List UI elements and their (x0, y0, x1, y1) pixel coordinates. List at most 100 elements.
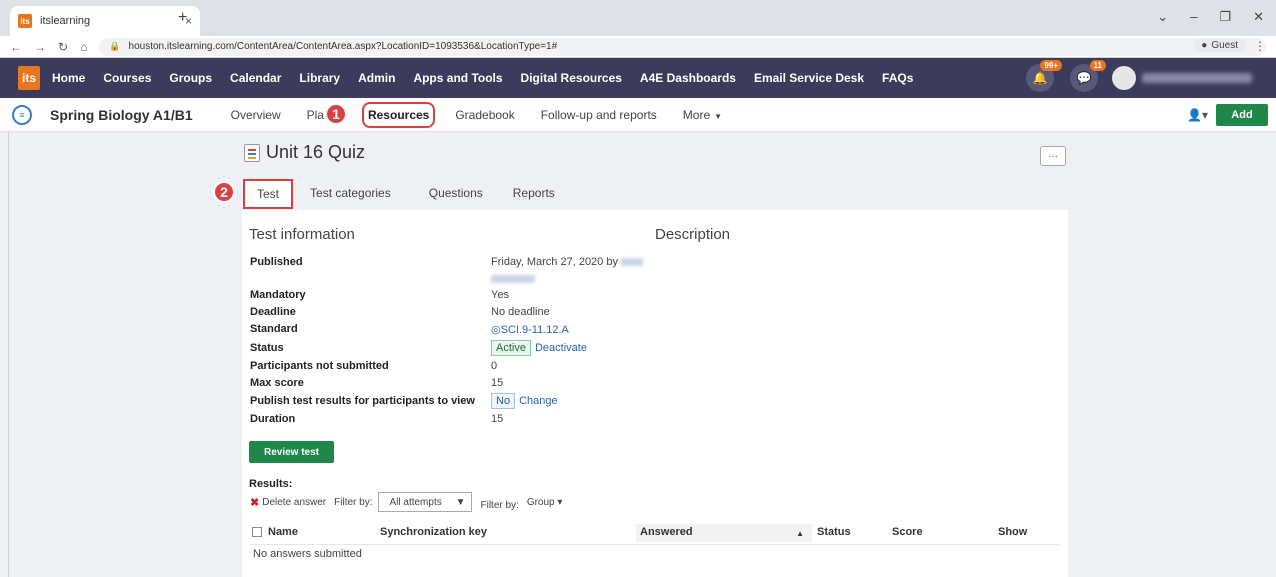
tab-more[interactable]: More ▼ (683, 108, 722, 122)
nav-groups[interactable]: Groups (169, 71, 212, 85)
subtab-test[interactable]: Test (242, 179, 294, 209)
nav-admin[interactable]: Admin (358, 71, 395, 85)
close-window-icon[interactable]: ✕ (1253, 9, 1264, 25)
nav-faqs[interactable]: FAQs (882, 71, 913, 85)
chat-icon: 💬 (1076, 71, 1092, 85)
course-title[interactable]: Spring Biology A1/B1 (50, 107, 193, 123)
delete-icon: ✖ (250, 496, 260, 509)
standard-value: SCI.9-11.12.A (500, 324, 569, 336)
add-button[interactable]: Add (1216, 104, 1268, 126)
more-options-button[interactable]: ··· (1040, 146, 1066, 166)
group-filter[interactable]: Group ▾ (527, 497, 563, 508)
itslearning-favicon-icon: its (18, 14, 32, 28)
browser-tab[interactable]: its itslearning × (10, 6, 200, 36)
user-avatar[interactable] (1112, 66, 1136, 90)
target-icon: ◎ (491, 324, 501, 336)
tab-resources[interactable]: Resources (361, 101, 436, 128)
course-nav: ≡ Spring Biology A1/B1 Overview Pla Reso… (0, 98, 1276, 132)
subtab-test-categories[interactable]: Test categories (298, 180, 403, 208)
published-date: Friday, March 27, 2020 by (491, 256, 618, 268)
subtab-reports[interactable]: Reports (501, 180, 567, 208)
col-sync-key[interactable]: Synchronization key (380, 526, 487, 538)
col-status[interactable]: Status (817, 526, 851, 538)
publish-results-badge: No (491, 393, 516, 409)
subtab-questions[interactable]: Questions (417, 180, 495, 208)
notifications-badge: 99+ (1040, 60, 1062, 71)
participants-not-submitted-label: Participants not submitted (250, 360, 389, 372)
nav-library[interactable]: Library (299, 71, 340, 85)
publisher-name-blurred-2 (491, 275, 535, 284)
messages-button[interactable]: 💬 11 (1070, 60, 1106, 92)
attempts-select[interactable]: All attempts ▼ (378, 492, 473, 512)
standard-link[interactable]: ◎SCI.9-11.12.A (491, 323, 569, 336)
browser-menu-icon[interactable]: ⋮ (1254, 39, 1266, 53)
description-heading: Description (655, 226, 731, 243)
col-score[interactable]: Score (892, 526, 923, 538)
status-label: Status (250, 342, 284, 354)
change-link[interactable]: Change (519, 395, 558, 407)
sort-asc-icon: ▲ (796, 529, 804, 538)
results-table-header: Name Synchronization key Answered ▲ Statu… (250, 522, 1060, 544)
nav-digital-resources[interactable]: Digital Resources (521, 71, 622, 85)
tab-overview[interactable]: Overview (231, 108, 281, 122)
filter-label: Filter by: (334, 496, 373, 508)
publish-results-label: Publish test results for participants to… (250, 395, 475, 407)
test-icon (244, 143, 260, 162)
forward-icon[interactable]: → (34, 40, 46, 54)
participants-not-submitted-value: 0 (491, 360, 498, 372)
col-answered[interactable]: Answered ▲ (636, 524, 812, 542)
lock-icon: 🔒 (109, 41, 121, 51)
window-controls: ⌄ – ❐ ✕ (1157, 9, 1264, 25)
url-text: houston.itslearning.com/ContentArea/Cont… (128, 41, 558, 52)
max-score-label: Max score (250, 377, 304, 389)
person-menu-icon[interactable]: 👤▾ (1187, 108, 1208, 122)
left-rail (8, 132, 9, 577)
back-icon[interactable]: ← (10, 40, 22, 54)
restore-icon[interactable]: ❐ (1219, 9, 1231, 25)
publish-results-value: No Change (491, 393, 558, 409)
publisher-name-line2 (491, 273, 535, 285)
nav-email-service-desk[interactable]: Email Service Desk (754, 71, 864, 85)
user-name-blurred[interactable] (1142, 73, 1252, 83)
home-icon[interactable]: ⌂ (80, 40, 87, 54)
status-badge: Active (491, 340, 531, 356)
select-all-checkbox[interactable] (252, 527, 262, 538)
notifications-button[interactable]: 🔔 99+ (1026, 60, 1062, 92)
dropdown-arrow-icon: ▼ (455, 496, 466, 508)
tab-plans[interactable]: Pla (307, 108, 324, 122)
new-tab-button[interactable]: + (178, 9, 187, 27)
profile-button[interactable]: ● Guest (1193, 39, 1246, 52)
nav-calendar[interactable]: Calendar (230, 71, 281, 85)
messages-badge: 11 (1089, 60, 1106, 71)
quiz-header: Unit 16 Quiz (244, 142, 365, 163)
tab-search-icon[interactable]: ⌄ (1157, 9, 1168, 25)
quiz-subtabs: Test Test categories Questions Reports (242, 179, 573, 209)
status-value: Active Deactivate (491, 340, 587, 356)
tab-gradebook[interactable]: Gradebook (455, 108, 514, 122)
col-name[interactable]: Name (252, 526, 298, 538)
minimize-icon[interactable]: – (1190, 9, 1197, 25)
results-filters: ✖ Delete answer Filter by: All attempts … (250, 492, 562, 512)
attempts-value: All attempts (389, 496, 442, 508)
review-test-button[interactable]: Review test (249, 441, 334, 463)
col-show[interactable]: Show (998, 526, 1027, 538)
published-label: Published (250, 256, 303, 268)
delete-answer-link[interactable]: Delete answer (262, 497, 326, 508)
step-marker-1: 1 (325, 103, 347, 125)
nav-courses[interactable]: Courses (103, 71, 151, 85)
tab-more-label: More (682, 107, 711, 122)
reload-icon[interactable]: ↻ (58, 40, 68, 54)
duration-value: 15 (491, 413, 504, 425)
itslearning-logo[interactable]: its (18, 66, 40, 90)
profile-label: Guest (1211, 40, 1238, 51)
mandatory-value: Yes (491, 289, 509, 301)
tab-follow-up-and-reports[interactable]: Follow-up and reports (541, 108, 657, 122)
nav-apps-and-tools[interactable]: Apps and Tools (413, 71, 502, 85)
publisher-name-blurred[interactable] (621, 258, 644, 267)
deactivate-link[interactable]: Deactivate (535, 342, 587, 354)
nav-a4e-dashboards[interactable]: A4E Dashboards (640, 71, 736, 85)
no-answers-message: No answers submitted (253, 548, 362, 560)
nav-home[interactable]: Home (52, 71, 85, 85)
published-value: Friday, March 27, 2020 by (491, 256, 644, 268)
url-field[interactable]: 🔒 houston.itslearning.com/ContentArea/Co… (99, 37, 1266, 56)
